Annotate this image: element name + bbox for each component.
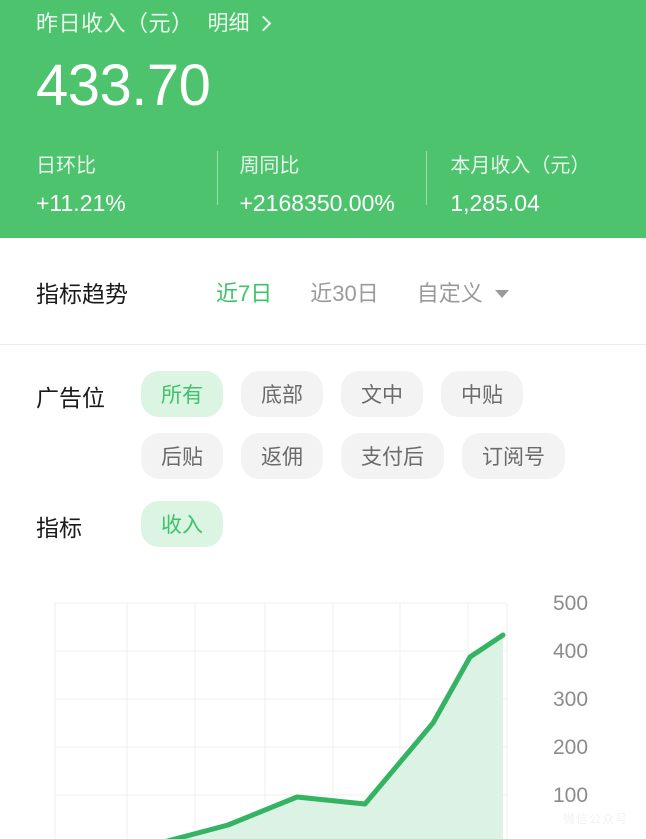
- tab-custom-range[interactable]: 自定义: [417, 276, 483, 308]
- chart-y-axis-labels: 500 400 300 200 100: [553, 592, 588, 807]
- filters-section: 广告位 所有 底部 文中 中贴 后贴 返佣 支付后 订阅号 指标 收入: [0, 345, 646, 563]
- caret-down-icon[interactable]: [494, 289, 509, 298]
- stat-label: 周同比: [239, 155, 300, 177]
- tab-last-30-days[interactable]: 近30日: [310, 276, 378, 308]
- chip-metric-income[interactable]: 收入: [141, 501, 223, 547]
- filter-group-ad-slot: 广告位 所有 底部 文中 中贴 后贴 返佣 支付后 订阅号: [0, 371, 646, 495]
- trend-section-title: 指标趋势: [36, 280, 128, 307]
- filter-group-metric: 指标 收入: [0, 501, 646, 563]
- chart-area-fill: [175, 635, 503, 839]
- y-tick-400: 400: [553, 640, 588, 663]
- chip-ad-slot-after-pay[interactable]: 支付后: [341, 433, 444, 479]
- y-tick-300: 300: [553, 688, 588, 711]
- y-tick-100: 100: [553, 784, 588, 807]
- page-title: 昨日收入（元）: [36, 11, 194, 36]
- stat-label: 本月收入（元）: [450, 155, 591, 177]
- detail-link-label: 明细: [207, 12, 250, 35]
- chip-ad-slot-all[interactable]: 所有: [141, 371, 223, 417]
- stat-label: 日环比: [36, 155, 96, 177]
- chip-ad-slot-mid-roll[interactable]: 中贴: [441, 371, 523, 417]
- chart-canvas: 500 400 300 200 100: [54, 592, 588, 839]
- yesterday-income-header: 昨日收入（元） 明细 433.70 日环比 +11.21% 周同比 +21683…: [0, 0, 646, 238]
- detail-link[interactable]: 明细: [207, 7, 271, 37]
- ad-slot-chips: 所有 底部 文中 中贴 后贴 返佣 支付后 订阅号: [132, 371, 628, 495]
- chip-ad-slot-bottom[interactable]: 底部: [241, 371, 323, 417]
- hero-stats: 日环比 +11.21% 周同比 +2168350.00% 本月收入（元） 1,2…: [36, 149, 610, 217]
- stat-value: +11.21%: [36, 190, 126, 216]
- trend-header-row: 指标趋势 近7日 近30日 自定义: [0, 238, 646, 345]
- chip-ad-slot-post-roll[interactable]: 后贴: [141, 433, 223, 479]
- income-amount: 433.70: [36, 53, 211, 118]
- stat-week-over-week: 周同比 +2168350.00%: [217, 149, 426, 217]
- stat-day-over-day: 日环比 +11.21%: [36, 149, 217, 217]
- stat-value: +2168350.00%: [239, 190, 395, 216]
- section-divider: [0, 344, 646, 345]
- chart-watermark: 微信公众号: [562, 812, 628, 826]
- stat-value: 1,285.04: [450, 190, 540, 216]
- range-tabs: 近7日 近30日 自定义: [216, 276, 509, 308]
- hero-title-row: 昨日收入（元） 明细: [36, 0, 610, 40]
- metric-chips: 收入: [132, 501, 628, 563]
- stat-month-income: 本月收入（元） 1,285.04: [426, 149, 610, 217]
- filter-label-metric: 指标: [36, 515, 82, 541]
- filter-label-ad-slot: 广告位: [36, 385, 105, 411]
- tab-last-7-days[interactable]: 近7日: [216, 276, 272, 308]
- y-tick-500: 500: [553, 592, 588, 615]
- y-tick-200: 200: [553, 736, 588, 759]
- chip-ad-slot-subscription[interactable]: 订阅号: [462, 433, 565, 479]
- income-trend-chart: 500 400 300 200 100 微信公众号: [0, 577, 646, 839]
- chip-ad-slot-rebate[interactable]: 返佣: [241, 433, 323, 479]
- chip-ad-slot-in-article[interactable]: 文中: [341, 371, 423, 417]
- chevron-right-icon: [255, 15, 271, 31]
